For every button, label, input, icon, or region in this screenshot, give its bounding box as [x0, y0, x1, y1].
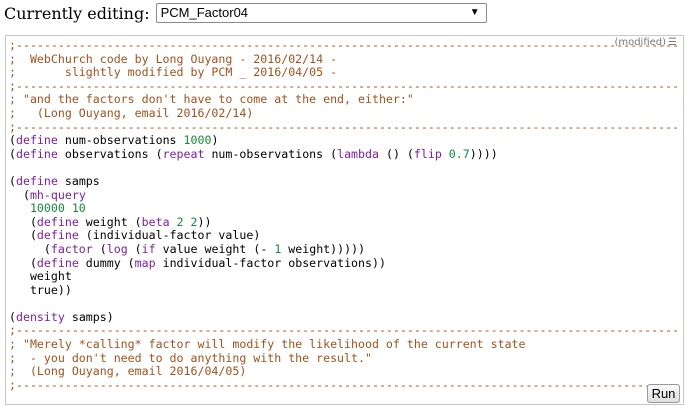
code-token: define	[36, 256, 79, 270]
code-line: (define weight (beta 2 2))	[9, 216, 679, 230]
code-token: (	[9, 310, 16, 324]
code-token: lambda	[337, 147, 379, 161]
code-line: ; (Long Ouyang, email 2016/04/05)	[9, 365, 679, 379]
code-token: if	[141, 242, 156, 256]
chevron-down-icon: ▼	[469, 7, 480, 18]
code-token: beta	[141, 215, 170, 229]
code-token: repeat	[162, 147, 205, 161]
code-area[interactable]: ;---------------------------------------…	[9, 39, 679, 392]
run-button[interactable]: Run	[647, 384, 680, 403]
code-token: 2 2	[176, 215, 198, 229]
code-line: ; "and the factors don't have to come at…	[9, 93, 679, 107]
code-token: weight)))))	[281, 242, 366, 256]
code-token: (	[9, 229, 37, 243]
code-token: flip	[413, 147, 442, 161]
code-token: ))	[197, 215, 212, 229]
code-token: define	[15, 134, 58, 148]
code-token: () (	[378, 147, 414, 161]
code-token: factor	[50, 242, 93, 256]
editing-header: Currently editing: PCM_Factor04 ▼	[4, 2, 487, 24]
code-token: define	[15, 174, 58, 188]
code-line: true))	[9, 284, 679, 298]
code-line: (density samps)	[9, 311, 679, 325]
code-token: (	[92, 242, 107, 256]
code-token: true))	[9, 283, 72, 297]
code-token: ; "and the factors don't have to come at…	[9, 93, 414, 107]
code-token: weight (	[78, 215, 142, 229]
code-token: ; WebChurch code by Long Ouyang - 2016/0…	[9, 52, 338, 66]
code-line: ;---------------------------------------…	[9, 324, 679, 338]
code-token: ; (Long Ouyang, email 2016/04/05)	[9, 365, 247, 379]
code-token: (	[9, 147, 16, 161]
code-line: (define (individual-factor value)	[9, 229, 679, 243]
code-line: (define observations (repeat num-observa…	[9, 148, 679, 162]
code-token: ; (Long Ouyang, email 2016/02/14)	[9, 106, 254, 120]
code-token: (	[127, 242, 142, 256]
code-token: 1000	[183, 134, 212, 148]
program-select-value: PCM_Factor04	[160, 5, 249, 20]
code-editor[interactable]: (modified) ☰ ;--------------------------…	[5, 35, 684, 405]
code-line: ; WebChurch code by Long Ouyang - 2016/0…	[9, 53, 679, 67]
code-token: define	[36, 229, 79, 243]
code-token: ; - you don't need to do anything with t…	[9, 351, 372, 365]
code-token: ))))	[469, 147, 498, 161]
code-token: num-observations (	[204, 147, 338, 161]
code-line: 10000 10	[9, 202, 679, 216]
program-select[interactable]: PCM_Factor04 ▼	[155, 3, 487, 23]
code-line: (mh-query	[9, 189, 679, 203]
code-token: ;---------------------------------------…	[9, 324, 679, 338]
code-token: (	[9, 188, 30, 202]
code-token: ;---------------------------------------…	[9, 120, 679, 134]
code-token: define	[36, 215, 79, 229]
code-token: samps	[57, 174, 100, 188]
currently-editing-label: Currently editing:	[4, 3, 150, 23]
code-token: ; slightly modified by PCM _ 2016/04/05 …	[9, 66, 338, 80]
code-line: ; (Long Ouyang, email 2016/02/14)	[9, 107, 679, 121]
code-line: (define samps	[9, 175, 679, 189]
code-token: define	[15, 147, 58, 161]
code-line: weight	[9, 270, 679, 284]
code-token: (	[9, 242, 51, 256]
code-token: num-observations	[57, 134, 184, 148]
code-token: samps)	[64, 310, 114, 324]
code-token: ; "Merely *calling* factor will modify t…	[9, 338, 526, 352]
code-line: ;---------------------------------------…	[9, 121, 679, 135]
code-token: individual-factor observations))	[155, 256, 386, 270]
code-token: weight	[9, 270, 72, 284]
code-token: )	[211, 134, 219, 148]
code-token: value weight (-	[155, 242, 275, 256]
code-token: map	[134, 256, 156, 270]
code-token: log	[106, 242, 128, 256]
code-token: mh-query	[29, 188, 86, 202]
code-token: ;---------------------------------------…	[9, 378, 679, 392]
code-token: observations (	[57, 147, 163, 161]
code-token: 0.7	[448, 147, 470, 161]
code-line: (define num-observations 1000)	[9, 134, 679, 148]
code-line: ; "Merely *calling* factor will modify t…	[9, 338, 679, 352]
code-token: (	[9, 215, 37, 229]
code-token: dummy (	[78, 256, 135, 270]
code-line: (factor (log (if value weight (- 1 weigh…	[9, 243, 679, 257]
code-token: (	[9, 256, 37, 270]
code-token: (	[9, 134, 16, 148]
code-line: ;---------------------------------------…	[9, 39, 679, 53]
code-line: ; - you don't need to do anything with t…	[9, 352, 679, 366]
code-line: ; slightly modified by PCM _ 2016/04/05 …	[9, 66, 679, 80]
code-token: ;---------------------------------------…	[9, 79, 679, 93]
code-line: (define dummy (map individual-factor obs…	[9, 257, 679, 271]
code-token: ;---------------------------------------…	[9, 39, 679, 52]
code-token: (individual-factor value)	[78, 229, 261, 243]
code-token: 10000 10	[9, 202, 86, 216]
code-token: density	[15, 310, 65, 324]
code-token: (	[9, 174, 16, 188]
code-line: ;---------------------------------------…	[9, 379, 679, 393]
code-line: ;---------------------------------------…	[9, 80, 679, 94]
